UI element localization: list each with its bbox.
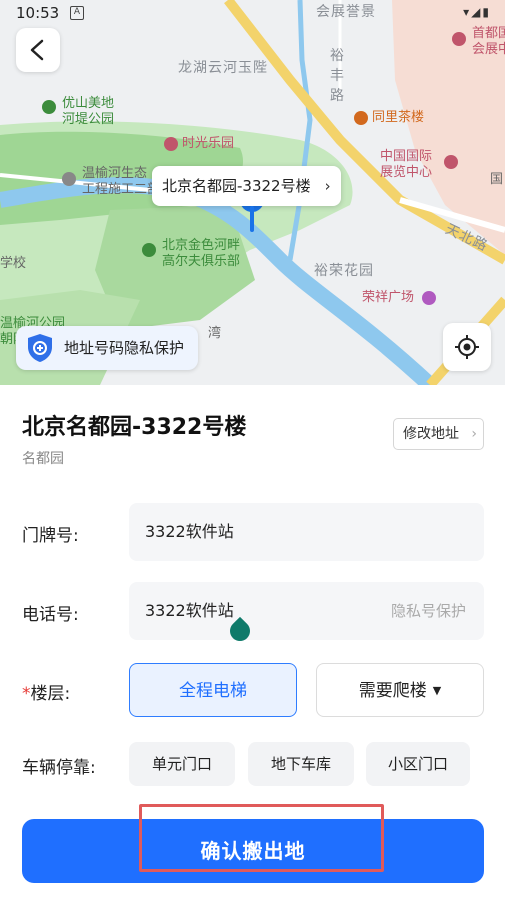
map-label-golf-club: 北京金色河畔 高尔夫俱乐部: [162, 238, 241, 269]
chevron-right-icon: ›: [324, 177, 331, 195]
floor-label: 楼层:: [30, 684, 71, 704]
address-form-sheet: 北京名都园-3322号楼 名都园 修改地址 › 门牌号: 3322软件站 电话号…: [0, 385, 505, 897]
parking-option-garage[interactable]: 地下车库: [248, 742, 354, 786]
shield-icon: [28, 334, 52, 362]
privacy-label: 地址号码隐私保护: [64, 339, 185, 357]
door-number-value: 3322软件站: [145, 522, 234, 541]
parking-option-community-gate[interactable]: 小区门口: [366, 742, 470, 786]
parking-option-label: 地下车库: [270, 755, 331, 773]
chevron-right-icon: ›: [471, 426, 477, 442]
notification-icon: A: [70, 6, 84, 20]
floor-option-elevator[interactable]: 全程电梯: [129, 663, 297, 717]
phone-field[interactable]: 3322软件站 隐私号保护: [129, 582, 484, 640]
phone-value: 3322软件站: [145, 601, 234, 620]
parking-option-label: 小区门口: [387, 755, 448, 773]
map-label-longhu: 龙湖云河玉陛: [178, 60, 268, 76]
door-number-label: 门牌号:: [22, 526, 79, 546]
parking-option-unit-door[interactable]: 单元门口: [129, 742, 235, 786]
floor-option-stairs-label: 需要爬楼: [358, 681, 427, 701]
map-label-guo-partial: 国: [490, 172, 504, 187]
privacy-protection-pill[interactable]: 地址号码隐私保护: [16, 326, 199, 370]
poi-icon: [62, 172, 76, 186]
edit-address-label: 修改地址: [403, 426, 459, 442]
golf-icon: [142, 243, 156, 257]
status-right-icons: ▾◢▮: [463, 5, 491, 19]
highlight-annotation-box: [139, 804, 384, 872]
back-button[interactable]: [16, 28, 60, 72]
caret-down-icon: ▼: [432, 684, 442, 697]
status-bar: 10:53 A ▾◢▮: [0, 0, 505, 28]
required-mark: *: [22, 684, 31, 704]
page-subtitle: 名都园: [22, 451, 64, 467]
map-label-shiguang-park: 时光乐园: [182, 136, 235, 151]
map-label-tongli-tea: 同里茶楼: [372, 110, 425, 125]
poi-icon: [164, 137, 178, 151]
floor-option-elevator-label: 全程电梯: [179, 681, 247, 701]
locate-button[interactable]: [443, 323, 491, 371]
edit-address-button[interactable]: 修改地址 ›: [393, 418, 484, 450]
status-time: 10:53: [16, 4, 60, 22]
crosshair-icon: [455, 335, 479, 359]
page-title: 北京名都园-3322号楼: [22, 415, 247, 440]
parking-option-label: 单元门口: [151, 755, 212, 773]
floor-label-row: *楼层:: [22, 679, 70, 704]
address-bubble-text: 北京名都园-3322号楼: [162, 177, 311, 195]
floor-option-stairs-dropdown[interactable]: 需要爬楼 ▼: [316, 663, 484, 717]
map-label-china-expo: 中国国际 展览中心: [380, 149, 433, 180]
park-icon: [42, 100, 56, 114]
map-label-youshan-park: 优山美地 河堤公园: [62, 96, 115, 127]
address-bubble[interactable]: 北京名都园-3322号楼 ›: [152, 166, 341, 206]
restaurant-icon: [354, 111, 368, 125]
phone-label: 电话号:: [22, 605, 79, 625]
poi-icon: [452, 32, 466, 46]
parking-label: 车辆停靠:: [22, 758, 96, 778]
map-label-wenyu-eco: 温榆河生态 工程施工二部: [82, 166, 161, 197]
map-label-school: 学校: [0, 256, 27, 271]
map-label-capital-expo: 首都国 会展中: [472, 26, 505, 57]
map-label-yufeng-road: 裕 丰 路: [330, 48, 345, 104]
map-label-wan: 湾: [208, 326, 222, 341]
door-number-field[interactable]: 3322软件站: [129, 503, 484, 561]
shopping-icon: [422, 291, 436, 305]
arrow-left-icon: [30, 39, 44, 61]
location-pin-icon: [250, 206, 254, 232]
phone-privacy-hint: 隐私号保护: [390, 602, 466, 620]
map-label-rongxiang-plaza: 荣祥广场: [362, 290, 415, 305]
map-view[interactable]: 10:53 A ▾◢▮ 会展誉景 首都国 会展中 龙湖云河玉陛 裕 丰 路 优山…: [0, 0, 505, 385]
museum-icon: [444, 155, 458, 169]
map-label-expo-garden: 会展誉景: [316, 4, 376, 20]
map-label-yurong-garden: 裕荣花园: [314, 263, 374, 279]
